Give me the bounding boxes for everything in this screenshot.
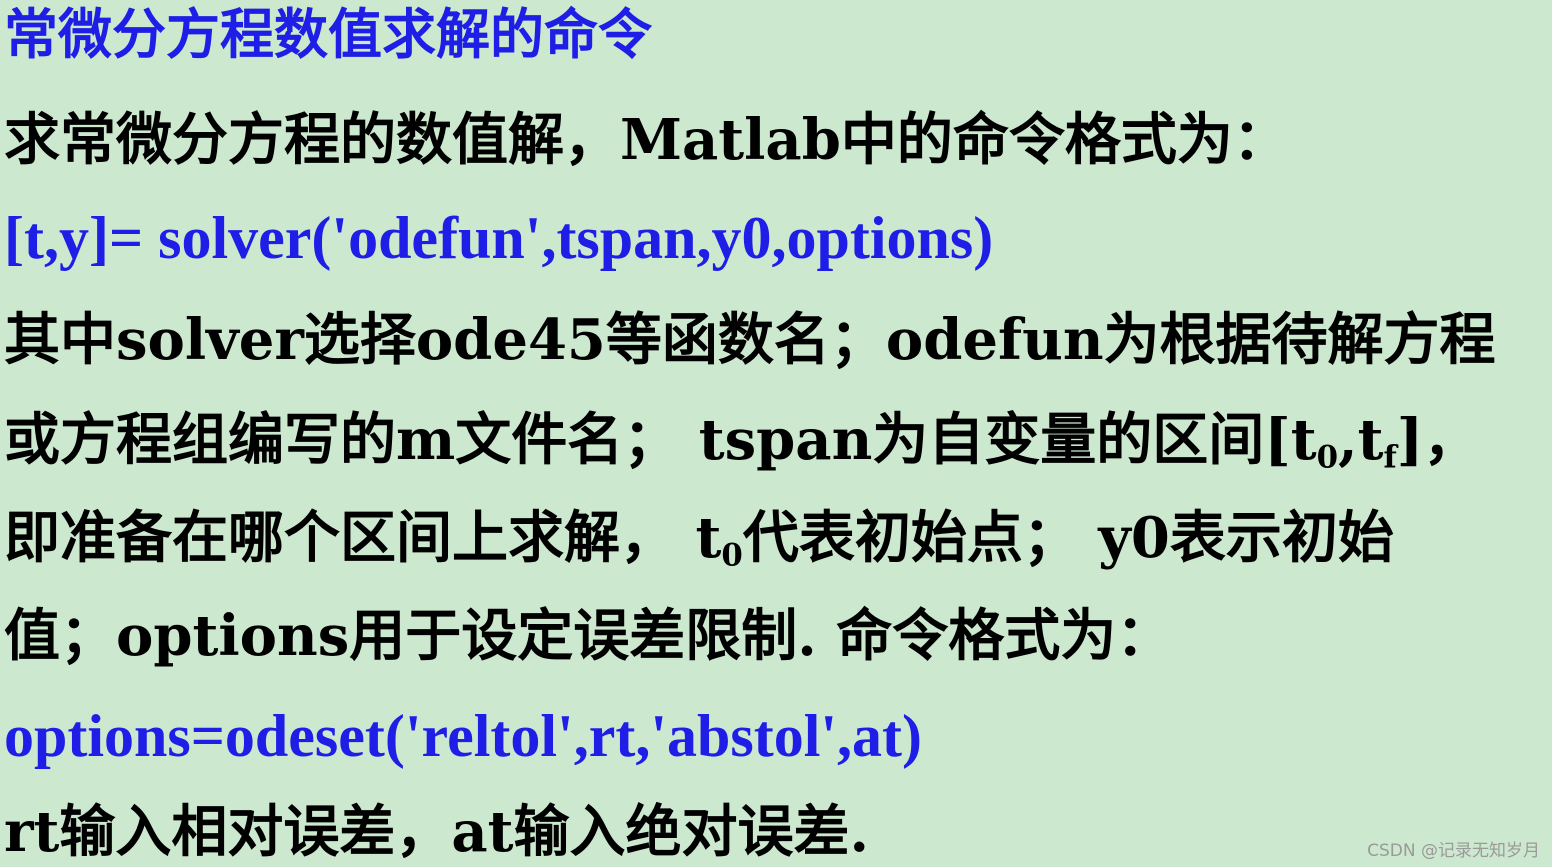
subscript-t0-initial: 0 xyxy=(721,537,743,574)
subscript-t0: 0 xyxy=(1316,439,1339,476)
description-line-1: 其中solver选择ode45等函数名；odefun为根据待解方程 xyxy=(4,307,1496,373)
csdn-watermark: CSDN @记录无知岁月 xyxy=(1367,841,1540,861)
intro-line: 求常微分方程的数值解，Matlab中的命令格式为： xyxy=(4,107,1289,173)
subscript-tf: f xyxy=(1383,439,1397,476)
slide-title: 常微分方程数值求解的命令 xyxy=(4,3,652,66)
description-line-2: 或方程组编写的m文件名； tspan为自变量的区间[t0,tf]， xyxy=(4,412,1479,473)
tolerance-explanation: rt输入相对误差，at输入绝对误差. xyxy=(4,799,870,865)
description-line-2-text-b: ,t xyxy=(1338,407,1384,473)
description-line-2-text-a: 或方程组编写的m文件名； tspan为自变量的区间[t xyxy=(4,407,1317,473)
odeset-command-code: options=odeset('reltol',rt,'abstol',at) xyxy=(4,703,922,769)
description-line-3-text-a: 即准备在哪个区间上求解， t xyxy=(4,505,722,571)
description-line-2-text-c: ]， xyxy=(1396,407,1480,473)
description-line-4: 值；options用于设定误差限制. 命令格式为： xyxy=(4,603,1173,669)
solver-command-code: [t,y]= solver('odefun',tspan,y0,options) xyxy=(4,205,994,271)
description-line-3: 即准备在哪个区间上求解， t0代表初始点； y0表示初始 xyxy=(4,510,1394,571)
description-line-3-text-b: 代表初始点； y0表示初始 xyxy=(742,505,1394,571)
